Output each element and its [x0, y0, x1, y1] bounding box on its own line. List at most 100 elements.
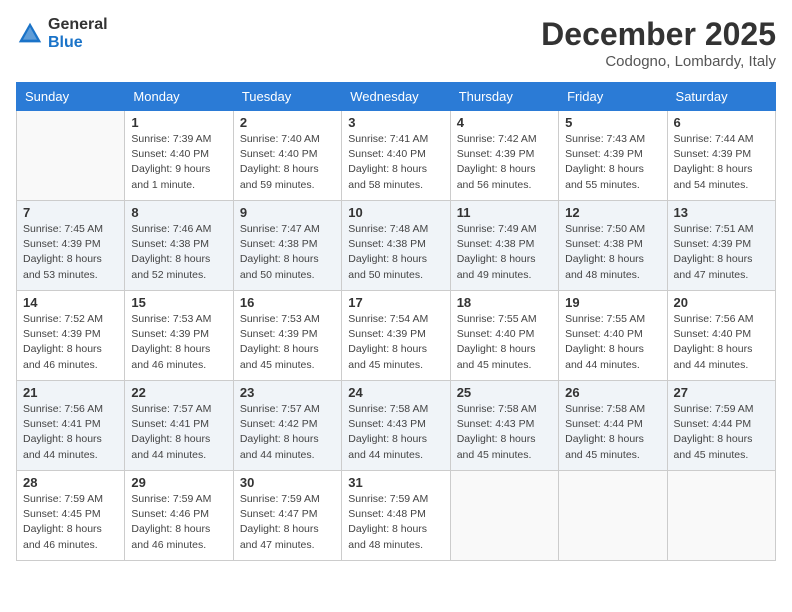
day-info: Sunrise: 7:49 AMSunset: 4:38 PMDaylight:… — [457, 222, 552, 283]
calendar-cell: 5 Sunrise: 7:43 AMSunset: 4:39 PMDaylight… — [559, 111, 667, 201]
day-number: 3 — [348, 115, 443, 130]
calendar-week-row: 14 Sunrise: 7:52 AMSunset: 4:39 PMDayligh… — [17, 291, 776, 381]
day-number: 7 — [23, 205, 118, 220]
weekday-header: Sunday — [17, 83, 125, 111]
day-info: Sunrise: 7:41 AMSunset: 4:40 PMDaylight:… — [348, 132, 443, 193]
logo-blue: Blue — [48, 34, 83, 51]
calendar-cell: 4 Sunrise: 7:42 AMSunset: 4:39 PMDaylight… — [450, 111, 558, 201]
calendar-table: SundayMondayTuesdayWednesdayThursdayFrid… — [16, 82, 776, 561]
logo-general: General — [48, 16, 108, 33]
day-number: 4 — [457, 115, 552, 130]
calendar-cell: 24 Sunrise: 7:58 AMSunset: 4:43 PMDayligh… — [342, 381, 450, 471]
day-info: Sunrise: 7:48 AMSunset: 4:38 PMDaylight:… — [348, 222, 443, 283]
day-number: 19 — [565, 295, 660, 310]
day-info: Sunrise: 7:59 AMSunset: 4:48 PMDaylight:… — [348, 492, 443, 553]
day-info: Sunrise: 7:43 AMSunset: 4:39 PMDaylight:… — [565, 132, 660, 193]
day-info: Sunrise: 7:59 AMSunset: 4:47 PMDaylight:… — [240, 492, 335, 553]
calendar-cell: 31 Sunrise: 7:59 AMSunset: 4:48 PMDayligh… — [342, 471, 450, 561]
title-area: December 2025 Codogno, Lombardy, Italy — [541, 16, 776, 70]
day-info: Sunrise: 7:44 AMSunset: 4:39 PMDaylight:… — [674, 132, 769, 193]
day-number: 30 — [240, 475, 335, 490]
day-number: 12 — [565, 205, 660, 220]
day-number: 16 — [240, 295, 335, 310]
day-number: 15 — [131, 295, 226, 310]
day-number: 28 — [23, 475, 118, 490]
calendar-cell: 19 Sunrise: 7:55 AMSunset: 4:40 PMDayligh… — [559, 291, 667, 381]
day-number: 5 — [565, 115, 660, 130]
calendar-cell: 9Sunrise: 7:47 AMSunset: 4:38 PMDaylight… — [233, 201, 341, 291]
calendar-cell: 30 Sunrise: 7:59 AMSunset: 4:47 PMDayligh… — [233, 471, 341, 561]
day-info: Sunrise: 7:57 AMSunset: 4:41 PMDaylight:… — [131, 402, 226, 463]
day-number: 17 — [348, 295, 443, 310]
day-info: Sunrise: 7:58 AMSunset: 4:44 PMDaylight:… — [565, 402, 660, 463]
day-number: 20 — [674, 295, 769, 310]
calendar-cell: 16 Sunrise: 7:53 AMSunset: 4:39 PMDayligh… — [233, 291, 341, 381]
day-info: Sunrise: 7:58 AMSunset: 4:43 PMDaylight:… — [457, 402, 552, 463]
calendar-cell: 27Sunrise: 7:59 AMSunset: 4:44 PMDayligh… — [667, 381, 775, 471]
location-title: Codogno, Lombardy, Italy — [541, 53, 776, 70]
weekday-header: Monday — [125, 83, 233, 111]
day-number: 22 — [131, 385, 226, 400]
calendar-week-row: 7 Sunrise: 7:45 AMSunset: 4:39 PMDaylight… — [17, 201, 776, 291]
day-info: Sunrise: 7:42 AMSunset: 4:39 PMDaylight:… — [457, 132, 552, 193]
day-number: 26 — [565, 385, 660, 400]
day-info: Sunrise: 7:56 AMSunset: 4:40 PMDaylight:… — [674, 312, 769, 373]
month-title: December 2025 — [541, 16, 776, 53]
day-info: Sunrise: 7:59 AMSunset: 4:45 PMDaylight:… — [23, 492, 118, 553]
day-info: Sunrise: 7:55 AMSunset: 4:40 PMDaylight:… — [565, 312, 660, 373]
day-number: 31 — [348, 475, 443, 490]
day-info: Sunrise: 7:54 AMSunset: 4:39 PMDaylight:… — [348, 312, 443, 373]
calendar-cell: 26 Sunrise: 7:58 AMSunset: 4:44 PMDayligh… — [559, 381, 667, 471]
weekday-header: Tuesday — [233, 83, 341, 111]
calendar-cell — [450, 471, 558, 561]
calendar-cell: 23Sunrise: 7:57 AMSunset: 4:42 PMDayligh… — [233, 381, 341, 471]
calendar-cell: 2 Sunrise: 7:40 AMSunset: 4:40 PMDaylight… — [233, 111, 341, 201]
calendar-cell: 29 Sunrise: 7:59 AMSunset: 4:46 PMDayligh… — [125, 471, 233, 561]
day-info: Sunrise: 7:46 AMSunset: 4:38 PMDaylight:… — [131, 222, 226, 283]
calendar-cell: 3 Sunrise: 7:41 AMSunset: 4:40 PMDaylight… — [342, 111, 450, 201]
day-number: 13 — [674, 205, 769, 220]
day-info: Sunrise: 7:40 AMSunset: 4:40 PMDaylight:… — [240, 132, 335, 193]
weekday-header-row: SundayMondayTuesdayWednesdayThursdayFrid… — [17, 83, 776, 111]
calendar-cell: 6 Sunrise: 7:44 AMSunset: 4:39 PMDaylight… — [667, 111, 775, 201]
day-info: Sunrise: 7:57 AMSunset: 4:42 PMDaylight:… — [240, 402, 335, 463]
logo: General Blue — [16, 16, 108, 52]
day-number: 1 — [131, 115, 226, 130]
day-number: 6 — [674, 115, 769, 130]
calendar-cell: 15Sunrise: 7:53 AMSunset: 4:39 PMDayligh… — [125, 291, 233, 381]
page-header: General Blue December 2025 Codogno, Lomb… — [16, 16, 776, 70]
day-info: Sunrise: 7:55 AMSunset: 4:40 PMDaylight:… — [457, 312, 552, 373]
day-number: 25 — [457, 385, 552, 400]
day-number: 18 — [457, 295, 552, 310]
calendar-week-row: 21Sunrise: 7:56 AMSunset: 4:41 PMDayligh… — [17, 381, 776, 471]
calendar-cell: 21Sunrise: 7:56 AMSunset: 4:41 PMDayligh… — [17, 381, 125, 471]
day-number: 11 — [457, 205, 552, 220]
calendar-cell: 10 Sunrise: 7:48 AMSunset: 4:38 PMDayligh… — [342, 201, 450, 291]
day-number: 8 — [131, 205, 226, 220]
day-info: Sunrise: 7:52 AMSunset: 4:39 PMDaylight:… — [23, 312, 118, 373]
day-info: Sunrise: 7:45 AMSunset: 4:39 PMDaylight:… — [23, 222, 118, 283]
day-info: Sunrise: 7:56 AMSunset: 4:41 PMDaylight:… — [23, 402, 118, 463]
calendar-week-row: 1 Sunrise: 7:39 AMSunset: 4:40 PMDaylight… — [17, 111, 776, 201]
day-number: 24 — [348, 385, 443, 400]
day-number: 14 — [23, 295, 118, 310]
calendar-cell: 14 Sunrise: 7:52 AMSunset: 4:39 PMDayligh… — [17, 291, 125, 381]
calendar-week-row: 28 Sunrise: 7:59 AMSunset: 4:45 PMDayligh… — [17, 471, 776, 561]
weekday-header: Friday — [559, 83, 667, 111]
calendar-cell — [559, 471, 667, 561]
calendar-cell: 17 Sunrise: 7:54 AMSunset: 4:39 PMDayligh… — [342, 291, 450, 381]
day-info: Sunrise: 7:59 AMSunset: 4:46 PMDaylight:… — [131, 492, 226, 553]
day-info: Sunrise: 7:53 AMSunset: 4:39 PMDaylight:… — [240, 312, 335, 373]
day-number: 29 — [131, 475, 226, 490]
day-info: Sunrise: 7:59 AMSunset: 4:44 PMDaylight:… — [674, 402, 769, 463]
day-number: 10 — [348, 205, 443, 220]
calendar-cell: 13Sunrise: 7:51 AMSunset: 4:39 PMDayligh… — [667, 201, 775, 291]
day-info: Sunrise: 7:50 AMSunset: 4:38 PMDaylight:… — [565, 222, 660, 283]
calendar-cell — [667, 471, 775, 561]
calendar-cell: 25 Sunrise: 7:58 AMSunset: 4:43 PMDayligh… — [450, 381, 558, 471]
day-info: Sunrise: 7:58 AMSunset: 4:43 PMDaylight:… — [348, 402, 443, 463]
day-number: 2 — [240, 115, 335, 130]
calendar-cell: 18 Sunrise: 7:55 AMSunset: 4:40 PMDayligh… — [450, 291, 558, 381]
calendar-cell — [17, 111, 125, 201]
day-info: Sunrise: 7:39 AMSunset: 4:40 PMDaylight:… — [131, 132, 226, 193]
